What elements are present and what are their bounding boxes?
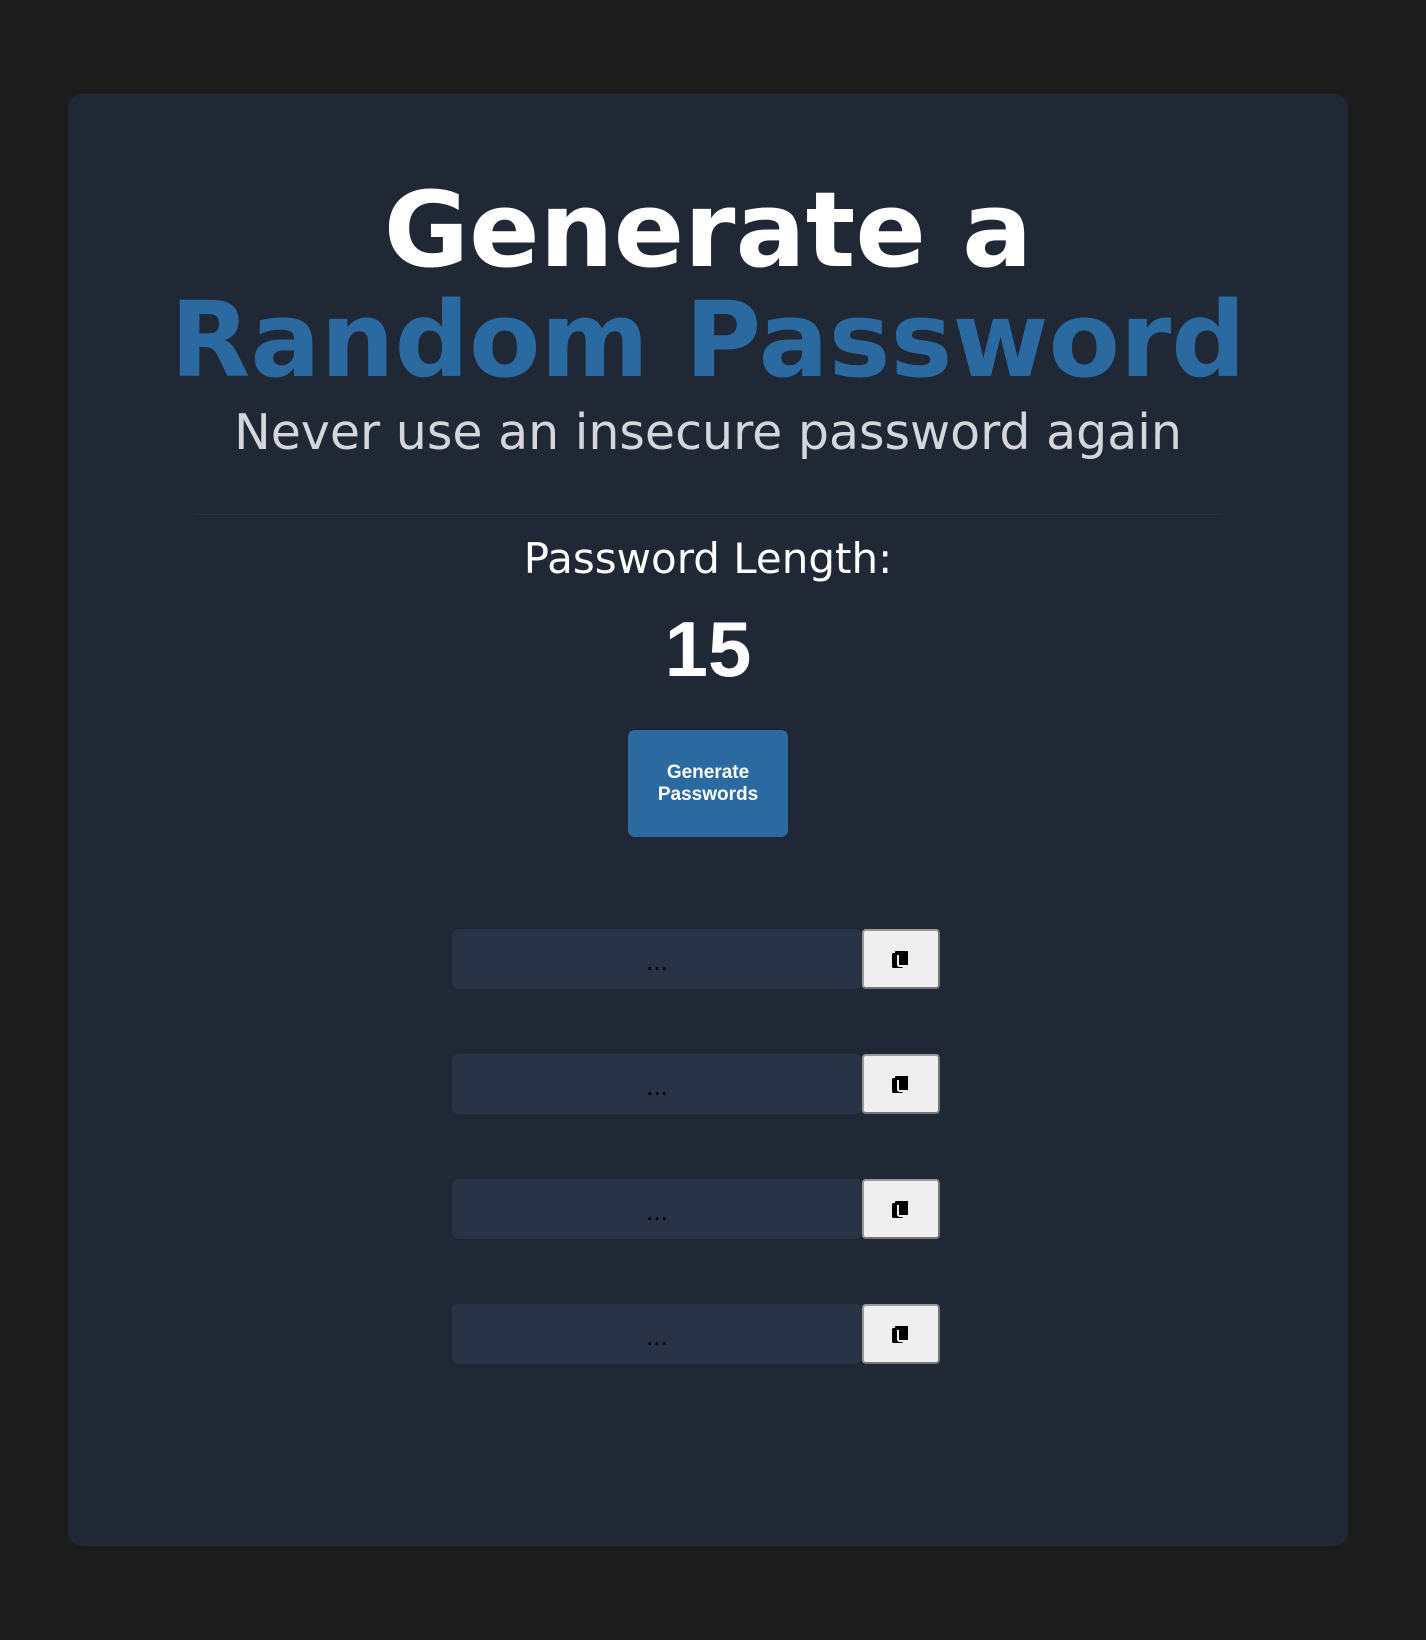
password-row: ... [452,929,940,989]
password-output-1[interactable]: ... [452,929,862,989]
password-row: ... [452,1054,940,1114]
password-output-4[interactable]: ... [452,1304,862,1364]
generate-passwords-button[interactable]: Generate Passwords [628,730,788,837]
copy-button-4[interactable] [862,1304,940,1364]
password-output-3[interactable]: ... [452,1179,862,1239]
password-row: ... [452,1304,940,1364]
copy-button-1[interactable] [862,929,940,989]
clipboard-icon [892,1324,910,1343]
password-length-label: Password Length: [523,534,893,583]
password-row: ... [452,1179,940,1239]
clipboard-icon [892,1074,910,1093]
copy-button-3[interactable] [862,1179,940,1239]
password-length-value: 15 [664,605,752,693]
divider [196,514,1220,515]
subtitle: Never use an insecure password again [234,404,1182,461]
generate-passwords-label: Generate Passwords [657,761,759,805]
title-line-1: Generate a [383,169,1033,291]
password-output-2[interactable]: ... [452,1054,862,1114]
title-line-2: Random Password [170,279,1246,401]
clipboard-icon [892,1199,910,1218]
generator-card: Generate a Random Password Never use an … [68,94,1348,1546]
copy-button-2[interactable] [862,1054,940,1114]
clipboard-icon [892,949,910,968]
